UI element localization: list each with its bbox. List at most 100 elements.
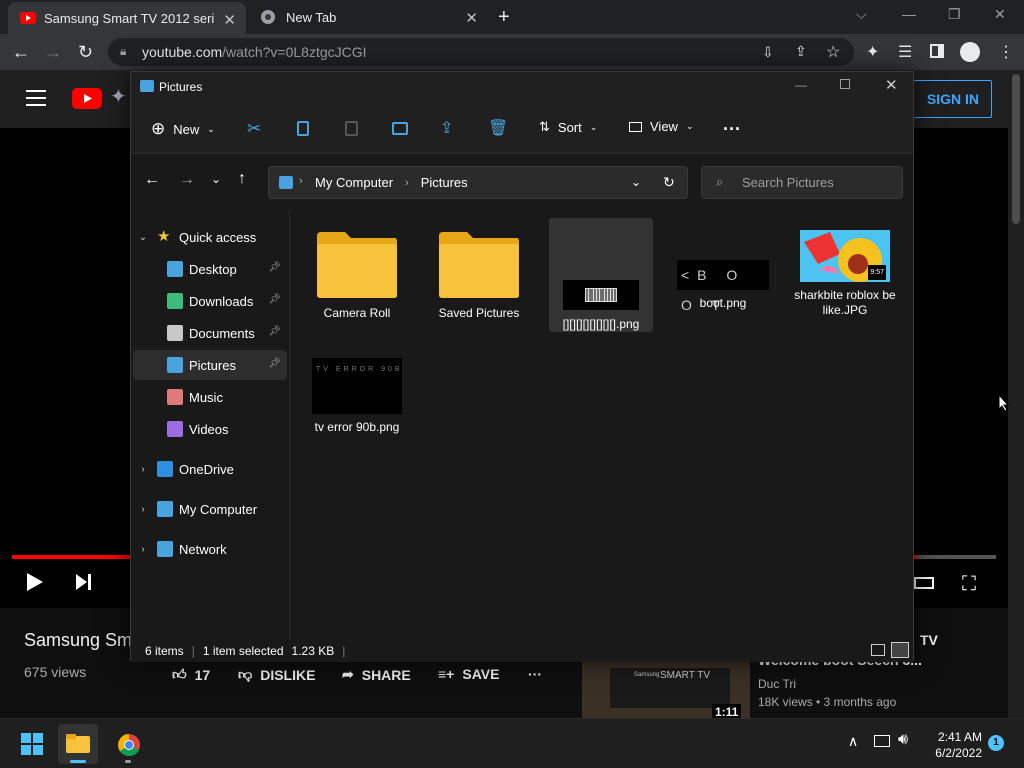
breadcrumb-item[interactable]: Pictures [421,175,468,190]
address-dropdown-icon[interactable]: ⌄ [631,175,641,189]
reload-icon[interactable]: ↻ [78,42,93,63]
breadcrumb-item[interactable]: My Computer [315,175,393,190]
nav-item[interactable]: › Network [133,534,287,564]
close-window-icon[interactable]: ✕ [994,6,1006,23]
more-options-icon[interactable]: ··· [723,119,741,140]
file-item[interactable]: 9:57 sharkbite roblox be like.JPG [793,230,897,318]
tab-close-icon[interactable]: ✕ [465,9,478,27]
nav-item[interactable]: Videos [133,414,287,444]
more-actions-icon[interactable]: ··· [528,666,542,682]
recent-locations-chevron-icon[interactable]: ⌄ [211,172,221,186]
chevron-right-icon[interactable]: › [133,504,153,515]
explorer-close-icon[interactable]: ✕ [885,76,898,94]
sharkbite-thumbnail: 9:57 [800,230,890,282]
breadcrumb-chevron-icon: › [405,176,409,189]
pane-divider[interactable] [289,210,290,640]
notification-badge[interactable]: 1 [988,735,1004,751]
play-icon[interactable] [26,572,44,592]
details-view-icon[interactable] [871,644,885,656]
save-button[interactable]: ≡+ SAVE [438,666,499,682]
nav-item[interactable]: Documents 📌︎ [133,318,287,348]
tab-search-chevron-icon[interactable]: ⌵ [856,6,867,23]
minimize-icon[interactable]: — [902,6,916,22]
chevron-right-icon[interactable]: › [133,464,153,475]
nav-item[interactable]: › My Computer [133,494,287,524]
extensions-puzzle-icon[interactable]: ✦ [866,42,879,62]
large-icons-view-icon[interactable] [891,642,909,658]
browser-menu-kebab-icon[interactable]: ⋮ [998,42,1014,62]
view-button[interactable]: View ⌄ [629,119,694,134]
rec-channel[interactable]: Duc Tri [758,677,796,691]
bookmark-star-icon[interactable]: ☆ [826,42,840,62]
rename-icon[interactable] [392,122,408,135]
forward-arrow-icon[interactable]: → [44,42,62,63]
view-count: 675 views [24,664,87,680]
breadcrumb-chevron-icon: › [299,175,303,187]
chevron-down-icon[interactable]: ⌄ [133,232,153,243]
theater-mode-icon[interactable] [914,577,934,589]
boot-thumbnail: <B O O T [677,260,769,313]
file-item[interactable]: <B O O T boot.png [671,230,775,313]
nav-item[interactable]: ⌄ ★ Quick access [133,222,287,252]
explorer-titlebar[interactable]: Pictures — ✕ [131,72,913,102]
share-button[interactable]: ➦ SHARE [342,666,411,683]
rec-title-right[interactable]: TV [920,632,938,648]
delete-icon[interactable]: 🗑︎ [488,118,508,138]
share-icon[interactable]: ⇪ [795,43,807,60]
network-status-icon[interactable] [874,735,890,747]
taskbar-chrome-button[interactable] [108,724,148,764]
windows-start-icon[interactable] [21,733,43,755]
copy-icon[interactable] [297,121,309,136]
next-video-icon[interactable] [75,573,93,591]
computer-icon [157,501,173,517]
install-icon[interactable]: ⇩ [762,44,774,61]
refresh-icon[interactable]: ↻ [663,174,675,191]
cut-icon[interactable]: ✂ [247,119,267,139]
nav-item[interactable]: Pictures 📌︎ [133,350,287,380]
volume-icon[interactable]: 🔊︎ [898,731,908,749]
like-button[interactable]: 👍︎ 17 [172,666,210,683]
folder-item[interactable]: Camera Roll [305,230,409,321]
folder-item[interactable]: Saved Pictures [427,230,531,321]
explorer-address-bar[interactable]: › My Computer › Pictures ⌄ ↻ [268,166,688,199]
media-queue-icon[interactable]: ☰ [898,42,912,62]
tab-newtab[interactable]: New Tab ✕ [250,0,488,34]
share-file-icon[interactable]: ⇪ [440,118,460,138]
fullscreen-icon[interactable]: ⛶ [962,573,976,596]
paste-icon[interactable] [345,121,358,136]
profile-avatar-icon[interactable] [960,42,980,62]
taskbar-clock[interactable]: 2:41 AM 6/2/2022 [926,729,982,761]
explorer-forward-icon[interactable]: → [179,171,195,189]
nav-item[interactable]: Downloads 📌︎ [133,286,287,316]
dislike-button[interactable]: 👎︎ DISLIKE [238,666,315,683]
sort-button[interactable]: ⇅ Sort ⌄ [539,119,597,135]
file-item-selected[interactable]: [][][][][][][][].png [549,218,653,332]
tv-error-thumb-text: TV ERROR 90B [316,366,403,373]
youtube-logo-icon[interactable] [72,88,102,109]
new-label: New [173,121,200,137]
explorer-minimize-icon[interactable]: — [795,78,807,92]
nav-item[interactable]: Music [133,382,287,412]
hamburger-menu-icon[interactable] [26,90,46,106]
address-bar[interactable]: 🔒︎ youtube.com/watch?v=0L8ztgcJCGI [108,38,854,66]
new-button[interactable]: ⊕ New ⌄ [151,119,215,139]
nav-item[interactable]: Desktop 📌︎ [133,254,287,284]
new-tab-plus-icon[interactable]: + [498,6,510,29]
explorer-maximize-icon[interactable] [840,79,850,89]
tab-close-icon[interactable]: ✕ [223,11,236,29]
file-item[interactable]: TV ERROR 90B tv error 90b.png [305,358,409,435]
taskbar-explorer-button[interactable] [58,724,98,764]
tab-youtube[interactable]: Samsung Smart TV 2012 series K ✕ [8,2,246,34]
restore-icon[interactable]: ❐ [948,6,961,23]
chevron-right-icon[interactable]: › [133,544,153,555]
page-scrollbar-thumb[interactable] [1012,74,1020,224]
status-selection: 1 item selected [202,644,284,658]
back-arrow-icon[interactable]: ← [12,42,30,63]
show-hidden-icons-chevron-icon[interactable]: ∧ [848,733,858,750]
window-title: Pictures [159,80,203,94]
side-panel-icon[interactable] [930,44,944,58]
explorer-back-icon[interactable]: ← [144,171,160,189]
search-input[interactable]: ⌕ Search Pictures [701,166,903,199]
up-arrow-icon[interactable]: ↑ [238,170,246,188]
nav-item[interactable]: › OneDrive [133,454,287,484]
